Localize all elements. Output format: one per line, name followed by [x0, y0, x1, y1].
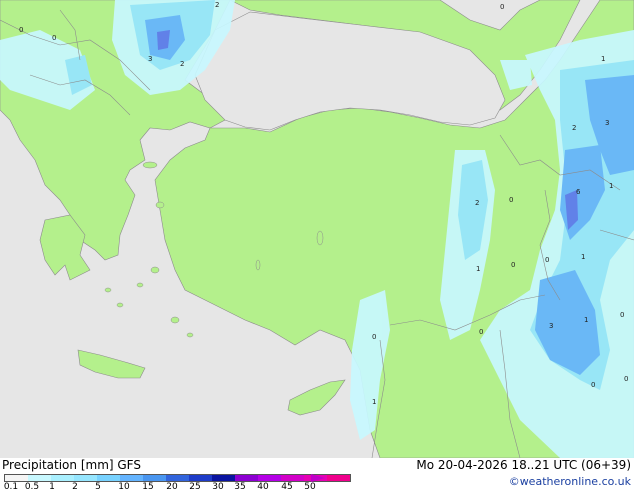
contour-label: 1 — [581, 253, 585, 261]
contour-label: 2 — [475, 199, 479, 207]
scale-swatch — [212, 475, 235, 481]
scale-swatch — [5, 475, 28, 481]
scale-tick-label: 10 — [118, 482, 130, 492]
map-title: Precipitation [mm] GFS — [2, 458, 141, 472]
contour-label: 0 — [509, 196, 513, 204]
scale-swatch — [235, 475, 258, 481]
scale-swatch — [143, 475, 166, 481]
scale-swatch — [258, 475, 281, 481]
scale-tick-label: 15 — [142, 482, 154, 492]
scale-swatch — [166, 475, 189, 481]
scale-swatch — [51, 475, 74, 481]
scale-tick-label: 0.1 — [3, 482, 19, 492]
contour-label: 2 — [180, 60, 184, 68]
contour-label: 0 — [372, 333, 376, 341]
scale-tick-label: 50 — [304, 482, 316, 492]
scale-tick-label: 40 — [257, 482, 269, 492]
precipitation-map: 0 3 2 2 0 0 1 2 3 1 0 2 6 0 1 1 0 1 3 0 … — [0, 0, 634, 458]
contour-label: 1 — [476, 265, 480, 273]
scale-tick-label: 30 — [212, 482, 224, 492]
scale-tick-label: 0.5 — [24, 482, 40, 492]
scale-swatch — [327, 475, 350, 481]
contour-label: 3 — [549, 322, 553, 330]
contour-label: 1 — [601, 55, 605, 63]
contour-label: 0 — [624, 375, 628, 383]
contour-label: 6 — [576, 188, 581, 196]
scale-swatch — [189, 475, 212, 481]
contour-label: 3 — [148, 55, 152, 63]
contour-label: 2 — [572, 124, 576, 132]
scale-tick-label: 5 — [95, 482, 101, 492]
scale-tick-label: 35 — [234, 482, 246, 492]
map-canvas: 0 3 2 2 0 0 1 2 3 1 0 2 6 0 1 1 0 1 3 0 … — [0, 0, 634, 458]
scale-tick-label: 45 — [281, 482, 293, 492]
contour-label: 1 — [372, 398, 376, 406]
scale-swatch — [120, 475, 143, 481]
contour-label: 1 — [584, 316, 588, 324]
scale-swatch — [97, 475, 120, 481]
color-scale — [4, 474, 351, 482]
credit-link[interactable]: ©weatheronline.co.uk — [509, 475, 631, 488]
contour-label: 0 — [511, 261, 515, 269]
scale-arrow-icon — [311, 474, 325, 482]
contour-label: 0 — [591, 381, 595, 389]
contour-label: 0 — [52, 34, 56, 42]
contour-label: 2 — [215, 1, 219, 9]
contour-label: 0 — [620, 311, 624, 319]
scale-tick-label: 20 — [166, 482, 178, 492]
contour-label: 0 — [19, 26, 23, 34]
contour-label: 1 — [609, 182, 613, 190]
valid-time: Mo 20-04-2026 18..21 UTC (06+39) — [416, 458, 631, 472]
footer: Precipitation [mm] GFS Mo 20-04-2026 18.… — [0, 458, 634, 492]
contour-label: 0 — [479, 328, 483, 336]
contour-label: 0 — [500, 3, 504, 11]
scale-swatch — [281, 475, 304, 481]
scale-tick-label: 1 — [49, 482, 55, 492]
scale-tick-label: 2 — [72, 482, 78, 492]
scale-tick-label: 25 — [189, 482, 201, 492]
scale-swatch — [74, 475, 97, 481]
contour-label: 3 — [605, 119, 609, 127]
contour-label: 0 — [545, 256, 549, 264]
scale-swatch — [28, 475, 51, 481]
